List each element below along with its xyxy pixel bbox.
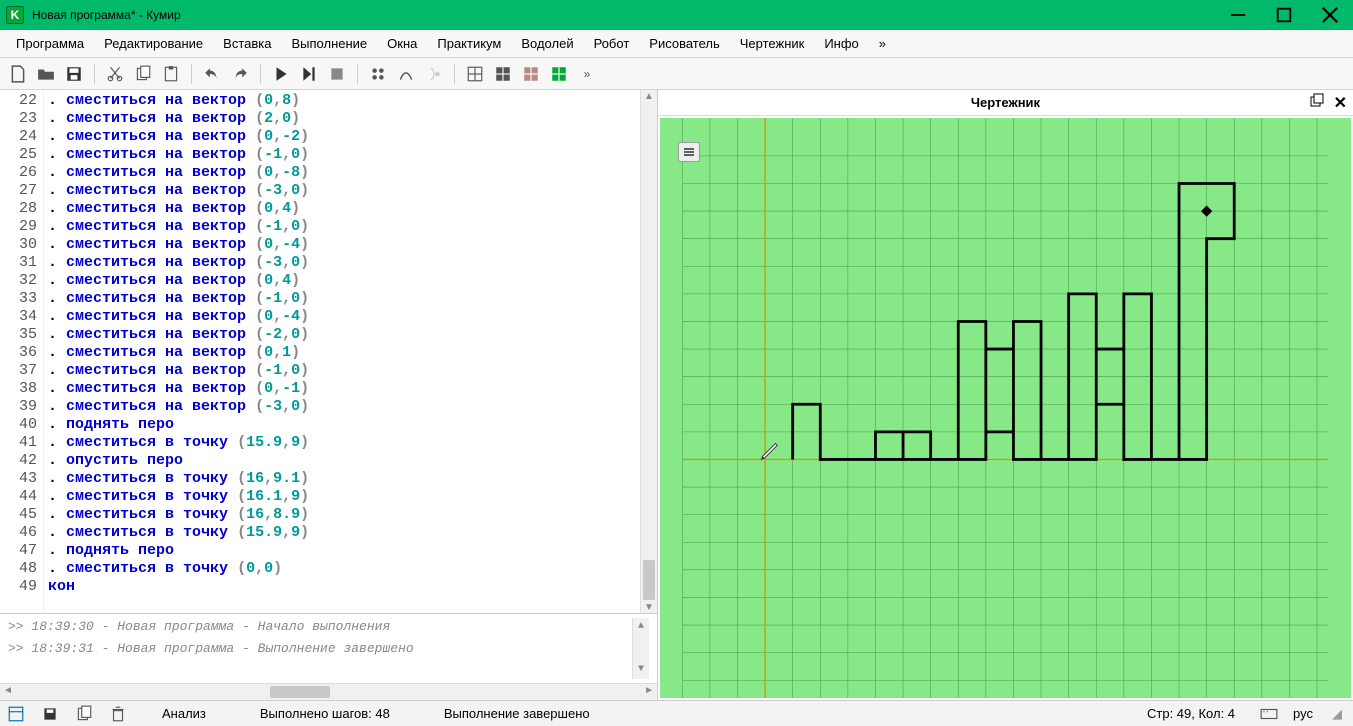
sb-save-button[interactable] [40, 704, 60, 724]
save-file-button[interactable] [62, 62, 86, 86]
menu-окна[interactable]: Окна [377, 32, 427, 55]
cut-button[interactable] [103, 62, 127, 86]
canvas-menu-button[interactable] [678, 142, 700, 162]
console-scrollbar[interactable]: ▲ ▼ [632, 618, 649, 679]
robot-actor-button[interactable] [519, 62, 543, 86]
undo-button[interactable] [200, 62, 224, 86]
menu-чертежник[interactable]: Чертежник [730, 32, 815, 55]
code-content[interactable]: . сместиться на вектор (0,8) . сместитьс… [44, 90, 640, 613]
detach-panel-button[interactable] [1310, 93, 1324, 113]
new-file-button[interactable] [6, 62, 30, 86]
status-lang[interactable]: рус [1293, 706, 1313, 721]
toolbar: » [0, 58, 1353, 90]
menu-выполнение[interactable]: Выполнение [281, 32, 377, 55]
menu-вставка[interactable]: Вставка [213, 32, 281, 55]
actor-button-1[interactable] [366, 62, 390, 86]
sb-layout-button[interactable] [6, 704, 26, 724]
status-steps: Выполнено шагов: 48 [240, 706, 410, 721]
minimize-button[interactable] [1215, 0, 1261, 30]
output-console[interactable]: >> 18:39:30 - Новая программа - Начало в… [0, 613, 657, 683]
actor-button-2[interactable] [394, 62, 418, 86]
menu-инфо[interactable]: Инфо [814, 32, 868, 55]
drafter-actor-button[interactable] [547, 62, 571, 86]
console-line: >> 18:39:31 - Новая программа - Выполнен… [8, 640, 632, 658]
sb-delete-button[interactable] [108, 704, 128, 724]
open-file-button[interactable] [34, 62, 58, 86]
copy-button[interactable] [131, 62, 155, 86]
line-gutter: 22 23 24 25 26 27 28 29 30 31 32 33 34 3… [0, 90, 44, 613]
editor-scrollbar[interactable]: ▲ ▼ [640, 90, 657, 613]
close-panel-button[interactable]: ✕ [1334, 93, 1347, 113]
redo-button[interactable] [228, 62, 252, 86]
drafter-title: Чертежник [971, 95, 1040, 110]
editor-hscrollbar[interactable]: ◄ ► [0, 683, 657, 700]
code-editor[interactable]: 22 23 24 25 26 27 28 29 30 31 32 33 34 3… [0, 90, 657, 613]
app-icon: K [6, 6, 24, 24]
maximize-button[interactable] [1261, 0, 1307, 30]
sb-copy-button[interactable] [74, 704, 94, 724]
menu-»[interactable]: » [869, 32, 896, 55]
step-button[interactable] [297, 62, 321, 86]
window-title: Новая программа* - Кумир [32, 8, 1215, 22]
console-line: >> 18:39:30 - Новая программа - Начало в… [8, 618, 632, 636]
status-analysis: Анализ [142, 706, 226, 721]
status-cursor-pos: Стр: 49, Кол: 4 [1147, 706, 1235, 721]
grid-button-2[interactable] [491, 62, 515, 86]
keyboard-icon[interactable] [1259, 704, 1279, 724]
menu-робот[interactable]: Робот [584, 32, 640, 55]
stop-button[interactable] [325, 62, 349, 86]
menu-рисователь[interactable]: Рисователь [639, 32, 729, 55]
toolbar-overflow[interactable]: » [575, 62, 599, 86]
grid-button-1[interactable] [463, 62, 487, 86]
menu-водолей[interactable]: Водолей [511, 32, 583, 55]
menu-практикум[interactable]: Практикум [427, 32, 511, 55]
statusbar: Анализ Выполнено шагов: 48 Выполнение за… [0, 700, 1353, 726]
menu-программа[interactable]: Программа [6, 32, 94, 55]
titlebar: K Новая программа* - Кумир [0, 0, 1353, 30]
menu-редактирование[interactable]: Редактирование [94, 32, 213, 55]
drafter-panel-header: Чертежник ✕ [658, 90, 1353, 116]
run-button[interactable] [269, 62, 293, 86]
close-button[interactable] [1307, 0, 1353, 30]
status-exec: Выполнение завершено [424, 706, 610, 721]
resize-grip-icon: ◢ [1327, 704, 1347, 724]
actor-button-3[interactable] [422, 62, 446, 86]
drafter-canvas[interactable] [660, 118, 1351, 698]
menubar: ПрограммаРедактированиеВставкаВыполнение… [0, 30, 1353, 58]
paste-button[interactable] [159, 62, 183, 86]
